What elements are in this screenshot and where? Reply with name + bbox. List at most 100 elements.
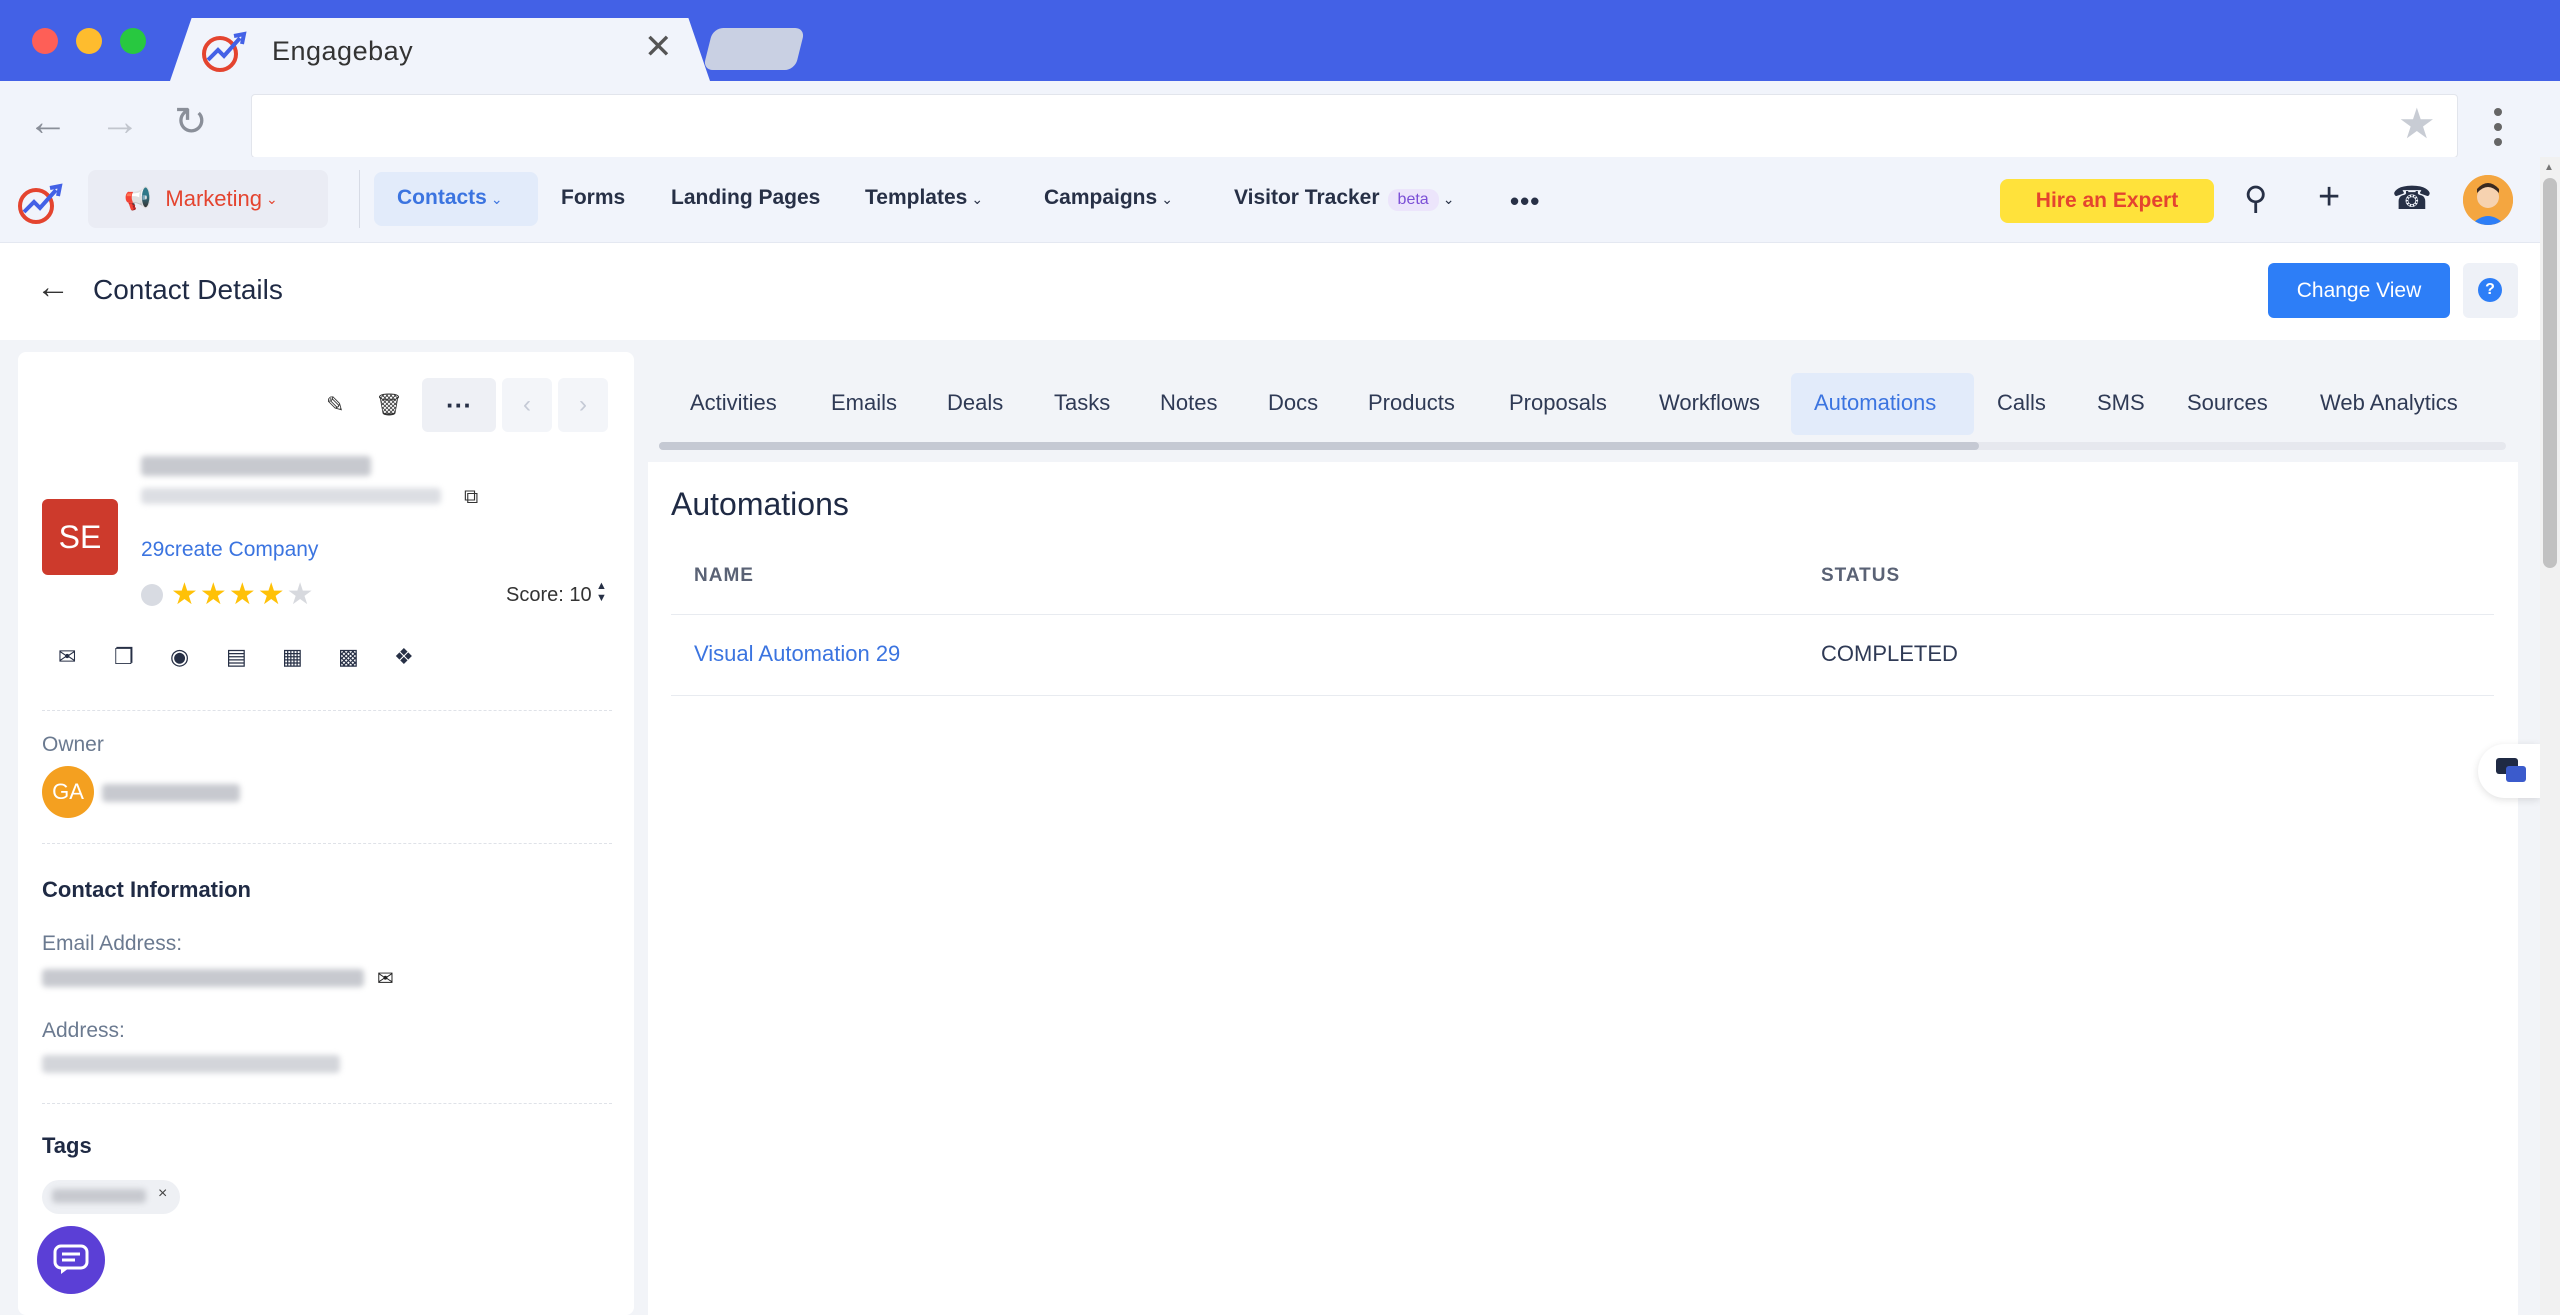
reload-icon[interactable]: ↻ xyxy=(174,102,208,142)
automation-name-link[interactable]: Visual Automation 29 xyxy=(694,641,900,667)
tab-proposals[interactable]: Proposals xyxy=(1509,390,1607,416)
tab-workflows[interactable]: Workflows xyxy=(1659,390,1760,416)
feedback-widget[interactable] xyxy=(2478,744,2540,798)
page-scrollbar-thumb[interactable] xyxy=(2543,178,2557,568)
owner-label: Owner xyxy=(42,733,104,756)
nav-contacts-label: Contacts xyxy=(397,186,487,209)
quick-action-icons: ✉ ❐ ◉ ▤ ▦ ▩ ❖ xyxy=(58,644,450,670)
hire-expert-button[interactable]: Hire an Expert xyxy=(2000,179,2214,223)
note-icon[interactable]: ▤ xyxy=(226,644,282,670)
more-menu-icon[interactable]: ••• xyxy=(1510,186,1540,217)
remove-tag-icon[interactable]: × xyxy=(158,1185,167,1203)
change-view-button[interactable]: Change View xyxy=(2268,263,2450,318)
edit-icon[interactable]: ✎ xyxy=(326,394,344,416)
nav-templates[interactable]: Templates ⌄ xyxy=(865,186,983,210)
page-title: Contact Details xyxy=(93,274,283,305)
more-actions-button[interactable]: ··· xyxy=(422,378,496,432)
module-switcher[interactable]: 📢 Marketing ⌄ xyxy=(88,170,328,228)
section-divider xyxy=(42,710,612,711)
tab-emails[interactable]: Emails xyxy=(831,390,897,416)
tab-notes[interactable]: Notes xyxy=(1160,390,1217,416)
nav-campaigns[interactable]: Campaigns ⌄ xyxy=(1044,186,1173,210)
tags-heading: Tags xyxy=(42,1133,92,1158)
tab-docs[interactable]: Docs xyxy=(1268,390,1318,416)
nav-visitor-tracker-label: Visitor Tracker xyxy=(1234,186,1380,209)
previous-contact-button[interactable]: ‹ xyxy=(502,378,552,432)
chat-widget-button[interactable] xyxy=(37,1226,105,1294)
new-tab-button[interactable] xyxy=(702,28,806,70)
nav-forms[interactable]: Forms xyxy=(561,186,625,210)
tabs-scrollbar-thumb[interactable] xyxy=(659,442,1979,450)
tab-sms[interactable]: SMS xyxy=(2097,390,2145,416)
app-logo-icon[interactable] xyxy=(16,180,64,224)
tab-tasks[interactable]: Tasks xyxy=(1054,390,1110,416)
header-divider xyxy=(359,170,360,228)
tab-products[interactable]: Products xyxy=(1368,390,1455,416)
trash-icon[interactable]: 🗑 xyxy=(375,394,403,416)
address-bar-input[interactable] xyxy=(251,94,2458,158)
scroll-up-arrow-icon[interactable]: ▲ xyxy=(2544,162,2554,173)
window-maximize-button[interactable] xyxy=(120,28,146,54)
table-row-divider xyxy=(671,695,2494,696)
company-link[interactable]: 29create Company xyxy=(141,538,318,562)
tab-automations[interactable]: Automations xyxy=(1814,390,1936,416)
deal-icon[interactable]: ◉ xyxy=(170,644,226,670)
add-icon[interactable]: + xyxy=(2318,178,2340,216)
contact-detail-panel xyxy=(648,352,2518,1315)
user-avatar-image xyxy=(2463,175,2513,225)
send-email-icon[interactable]: ✉ xyxy=(377,966,394,991)
forward-arrow-icon[interactable]: → xyxy=(100,102,140,142)
owner-name-redacted xyxy=(102,784,240,802)
help-icon[interactable]: ? xyxy=(2478,278,2502,302)
back-icon[interactable]: ← xyxy=(36,270,70,304)
window-close-button[interactable] xyxy=(32,28,58,54)
browser-tab-active[interactable] xyxy=(170,18,710,81)
document-icon[interactable]: ▦ xyxy=(282,644,338,670)
chevron-down-icon: ⌄ xyxy=(1442,191,1455,207)
star-icon[interactable]: ★ xyxy=(171,580,198,610)
chat-icon xyxy=(53,1244,89,1274)
browser-menu-icon[interactable] xyxy=(2494,108,2502,153)
bookmark-star-icon[interactable]: ★ xyxy=(2398,103,2436,145)
automation-status: COMPLETED xyxy=(1821,641,1958,666)
tab-sources[interactable]: Sources xyxy=(2187,390,2268,416)
copy-icon[interactable]: ⧉ xyxy=(464,486,478,509)
star-icon[interactable]: ★ xyxy=(200,580,227,610)
back-arrow-icon[interactable]: ← xyxy=(28,102,68,142)
calendar-icon[interactable]: ▩ xyxy=(338,644,394,670)
engagebay-logo-icon xyxy=(202,31,247,72)
chevron-down-icon: ⌄ xyxy=(490,191,503,207)
nav-landing-pages[interactable]: Landing Pages xyxy=(671,186,820,210)
next-contact-button[interactable]: › xyxy=(558,378,608,432)
nav-visitor-tracker[interactable]: Visitor Tracker beta ⌄ xyxy=(1234,186,1454,211)
score-stepper[interactable]: ▲ ▼ xyxy=(596,580,607,604)
owner-avatar[interactable]: GA xyxy=(42,766,94,818)
sequence-icon[interactable]: ❐ xyxy=(114,644,170,670)
nav-contacts[interactable]: Contacts ⌄ xyxy=(397,186,503,210)
close-tab-icon[interactable]: ✕ xyxy=(644,30,673,64)
tab-web-analytics[interactable]: Web Analytics xyxy=(2320,390,2458,416)
window-minimize-button[interactable] xyxy=(76,28,102,54)
table-divider xyxy=(671,614,2494,615)
nav-templates-label: Templates xyxy=(865,186,968,209)
contact-rating[interactable]: ★ ★ ★ ★ ★ xyxy=(141,580,316,610)
phone-icon[interactable]: ☎ xyxy=(2392,182,2432,214)
email-value-redacted xyxy=(42,969,364,987)
user-avatar[interactable] xyxy=(2463,175,2513,225)
email-icon[interactable]: ✉ xyxy=(58,644,114,670)
column-header-name: NAME xyxy=(694,565,754,586)
automations-title: Automations xyxy=(671,486,849,522)
star-icon[interactable]: ★ xyxy=(287,580,314,610)
tab-calls[interactable]: Calls xyxy=(1997,390,2046,416)
star-icon[interactable]: ★ xyxy=(258,580,285,610)
contact-info-heading: Contact Information xyxy=(42,877,251,902)
score-label: Score: 10 xyxy=(506,584,592,606)
star-icon[interactable]: ★ xyxy=(229,580,256,610)
tab-activities[interactable]: Activities xyxy=(690,390,777,416)
clear-rating-icon[interactable] xyxy=(141,584,163,606)
megaphone-icon: 📢 xyxy=(124,186,152,211)
section-divider xyxy=(42,843,612,844)
search-icon[interactable]: ⚲ xyxy=(2244,182,2267,214)
tab-deals[interactable]: Deals xyxy=(947,390,1003,416)
automation-icon[interactable]: ❖ xyxy=(394,644,450,670)
